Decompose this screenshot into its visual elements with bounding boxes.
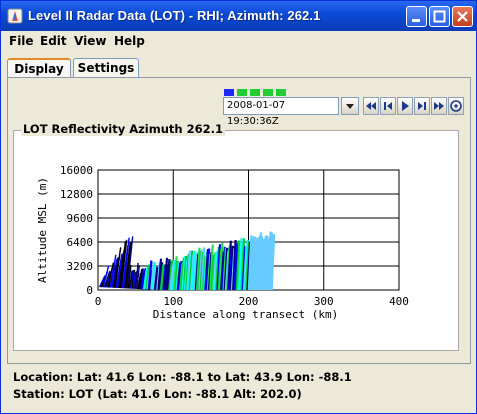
- tab-settings[interactable]: Settings: [73, 58, 139, 77]
- datetime-dropdown-button[interactable]: [341, 97, 359, 115]
- step-forward-button[interactable]: [414, 97, 430, 115]
- y-tick-label: 9600: [67, 212, 94, 225]
- maximize-button[interactable]: [429, 6, 450, 27]
- x-tick-label: 400: [389, 295, 409, 308]
- x-tick-label: 100: [163, 295, 183, 308]
- station-readout: Station: LOT (Lat: 41.6 Lon: -88.1 Alt: …: [13, 387, 302, 401]
- menu-file[interactable]: File: [9, 34, 34, 48]
- rhi-chart[interactable]: 0 100 200 300 400 0 3200 6400 9600 12800 16000 Dist…: [14, 131, 458, 350]
- menu-edit[interactable]: Edit: [40, 34, 67, 48]
- minimize-button[interactable]: [406, 6, 427, 27]
- timestep-indicator[interactable]: [224, 89, 234, 96]
- timestep-indicator[interactable]: [263, 89, 273, 96]
- menu-help[interactable]: Help: [114, 34, 145, 48]
- timestep-indicator[interactable]: [276, 89, 286, 96]
- close-button[interactable]: [452, 6, 473, 27]
- gear-icon: [450, 100, 462, 112]
- y-tick-label: 6400: [67, 236, 94, 249]
- skip-forward-icon: [434, 102, 444, 110]
- chevron-down-icon: [346, 104, 354, 109]
- last-frame-button[interactable]: [431, 97, 447, 115]
- y-tick-label: 12800: [60, 188, 93, 201]
- radar-app-icon: [7, 8, 23, 24]
- title-bar[interactable]: Level II Radar Data (LOT) - RHI; Azimuth…: [1, 1, 476, 31]
- skip-back-icon: [366, 102, 376, 110]
- reflectivity-field: [98, 231, 276, 291]
- first-frame-button[interactable]: [363, 97, 379, 115]
- menu-view[interactable]: View: [74, 34, 106, 48]
- x-tick-label: 300: [314, 295, 334, 308]
- y-tick-label: 16000: [60, 164, 93, 177]
- location-readout: Location: Lat: 41.6 Lon: -88.1 to Lat: 4…: [13, 370, 352, 384]
- x-tick-label: 0: [95, 295, 102, 308]
- window-title: Level II Radar Data (LOT) - RHI; Azimuth…: [28, 8, 321, 23]
- x-axis-label: Distance along transect (km): [153, 308, 338, 321]
- x-tick-label: 200: [239, 295, 259, 308]
- close-icon: [457, 11, 468, 22]
- maximize-icon: [433, 10, 446, 23]
- animation-settings-button[interactable]: [448, 97, 464, 115]
- y-tick-label: 3200: [67, 260, 94, 273]
- step-back-icon: [384, 102, 392, 110]
- y-axis-label: Altitude MSL (m): [36, 177, 49, 283]
- minimize-icon: [412, 19, 420, 22]
- datetime-field[interactable]: 2008-01-07 19:30:36Z: [223, 97, 339, 127]
- application-window: Level II Radar Data (LOT) - RHI; Azimuth…: [0, 0, 477, 414]
- menu-bar: File Edit View Help: [1, 31, 476, 53]
- tab-display[interactable]: Display: [7, 58, 71, 77]
- step-forward-icon: [418, 102, 426, 110]
- play-icon: [402, 101, 409, 111]
- y-tick-label: 0: [86, 284, 93, 297]
- step-back-button[interactable]: [380, 97, 396, 115]
- timestep-indicator[interactable]: [237, 89, 247, 96]
- chart-panel-title: LOT Reflectivity Azimuth 262.1: [21, 122, 225, 136]
- timestep-indicator[interactable]: [250, 89, 260, 96]
- play-button[interactable]: [397, 97, 413, 115]
- chart-panel: 0 100 200 300 400 0 3200 6400 9600 12800 16000 Dist…: [13, 130, 459, 351]
